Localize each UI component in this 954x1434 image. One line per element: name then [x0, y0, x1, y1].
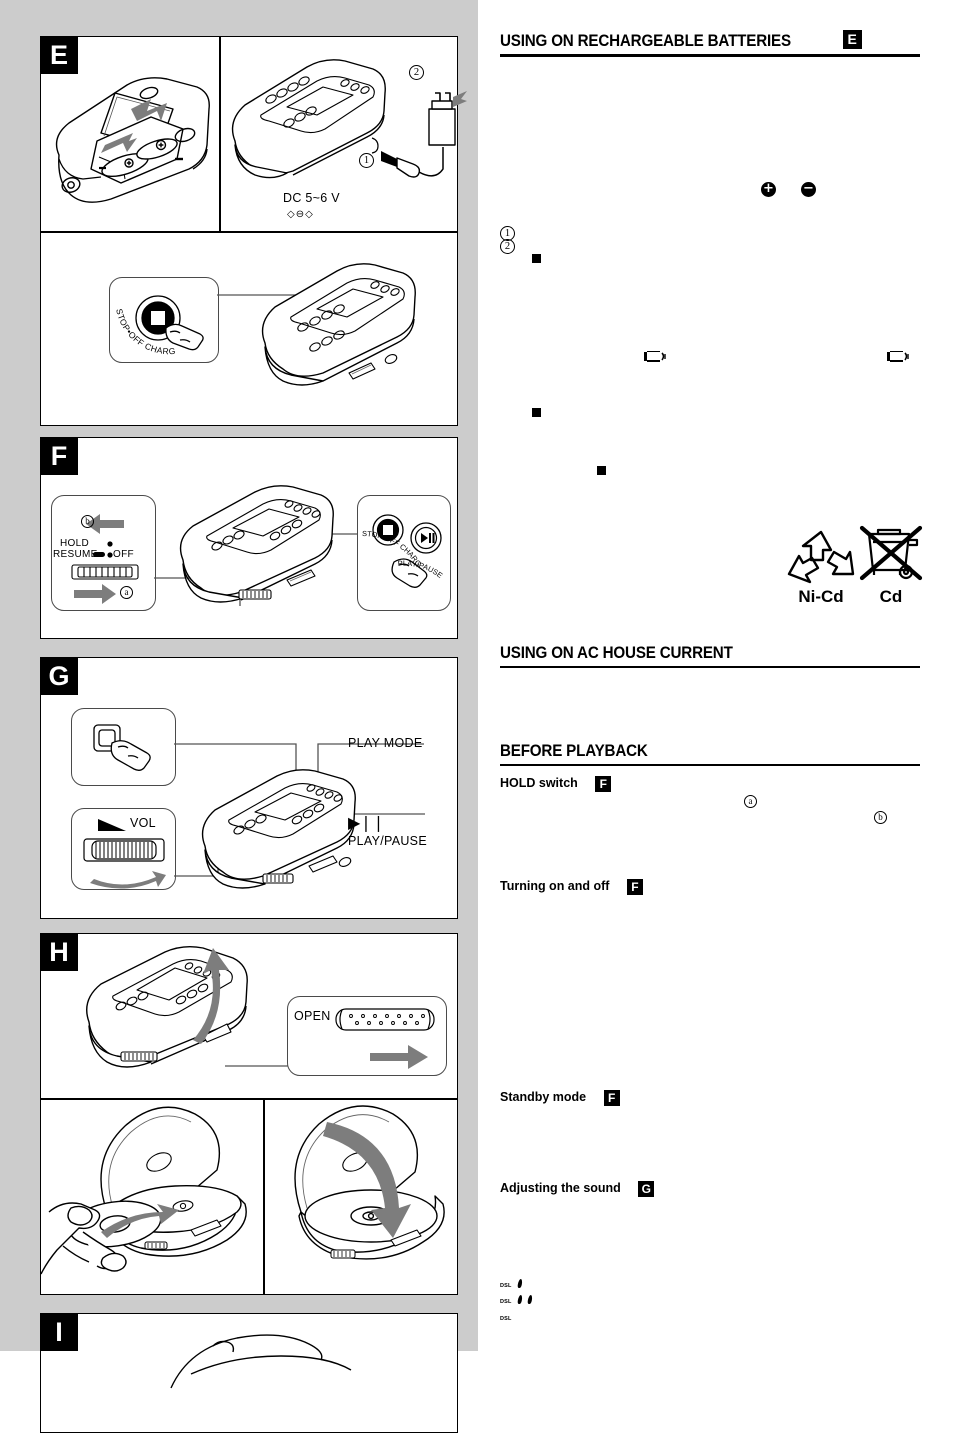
polarity-diagram-label: ◇⊖◇: [287, 209, 314, 220]
volume-dial-callout: VOL: [71, 808, 176, 890]
callout-marker-2: 2: [409, 65, 424, 80]
subheading-label-4: Adjusting the sound: [500, 1181, 621, 1195]
subheading-standby-mode: Standby mode F: [500, 1090, 620, 1106]
panel-badge-f: F: [40, 437, 78, 475]
panel-badge-h: H: [40, 933, 78, 971]
low-battery-indicator-icon-2: [886, 350, 912, 363]
figure-panel-h: H OPEN: [40, 933, 458, 1295]
play-mode-label: PLAY MODE: [348, 736, 423, 750]
crossed-out-wheelie-bin-icon-wrap: Cd: [856, 524, 926, 607]
figure-panel-e: E 2 1 DC 5~6 V ◇⊖◇ STOP•OFF CHARGE: [40, 36, 467, 426]
section-title-2: USING ON AC HOUSE CURRENT: [500, 644, 733, 662]
play-mode-press-callout: [71, 708, 176, 786]
panel-badge-e: E: [40, 36, 78, 74]
note-bullet-3: [597, 466, 606, 475]
stop-off-charge-callout: STOP•OFF CHARGE: [109, 277, 219, 363]
callout-marker-1: 1: [359, 153, 374, 168]
open-label: OPEN: [294, 1009, 331, 1023]
svg-text:STOP•OFF CHARGE: STOP•OFF CHARGE: [109, 284, 176, 356]
marker-a: a: [120, 586, 133, 599]
figure-panel-g: G VOL PLAY MODE ▶❘❘ PLAY/PAUSE: [40, 657, 458, 919]
section-rule: [500, 54, 920, 57]
open-switch-callout: OPEN: [287, 996, 447, 1076]
panel-badge-g: G: [40, 657, 78, 695]
dsl-label-1: DSL: [500, 1283, 512, 1289]
subheading-label-2: Turning on and off: [500, 879, 610, 893]
marker-b: b: [81, 515, 94, 528]
off-label: OFF: [113, 549, 134, 560]
hold-label: HOLD: [60, 538, 89, 549]
lid-open-illustration: OPEN: [41, 934, 459, 1098]
subheading-adjusting-sound: Adjusting the sound G: [500, 1181, 655, 1197]
section-heading-rechargeable-batteries: USING ON RECHARGEABLE BATTERIES E: [500, 30, 920, 57]
dsl-bar: [526, 1295, 533, 1304]
dsl-mode-row-3: DSL: [500, 1307, 512, 1325]
dsl-label-2: DSL: [500, 1299, 512, 1305]
plus-polarity-icon: +: [761, 182, 776, 197]
play-pause-icon: ▶❘❘: [348, 813, 385, 832]
dc-voltage-label: DC 5~6 V: [283, 191, 340, 205]
dsl-bar: [516, 1279, 523, 1288]
disc-insertion-illustration: [40, 1100, 263, 1296]
ac-adaptor-connection-illustration: 2 1 DC 5~6 V ◇⊖◇: [221, 37, 467, 231]
lid-close-illustration: [41, 1314, 459, 1434]
subheading-badge-f-3: F: [603, 1090, 620, 1106]
step-marker-2: 2: [500, 239, 515, 254]
ref-marker-a: a: [744, 795, 757, 808]
subheading-badge-f: F: [595, 776, 612, 792]
cd-label: Cd: [879, 587, 903, 606]
resume-label: RESUME: [53, 549, 98, 560]
figure-column: E 2 1 DC 5~6 V ◇⊖◇ STOP•OFF CHARGE F b a…: [0, 0, 478, 1433]
panel-badge-i: I: [40, 1313, 78, 1351]
dsl-mode-row-2: DSL: [500, 1290, 533, 1308]
text-column: USING ON RECHARGEABLE BATTERIES E + − 1 …: [478, 0, 954, 1351]
figure-panel-f: F b a HOLD RESUME OFF STOP•OFF CHARGE PL…: [40, 437, 458, 639]
vol-label: VOL: [130, 816, 156, 830]
section-badge-e: E: [842, 30, 862, 49]
dsl-label-3: DSL: [500, 1316, 512, 1322]
ref-marker-b: b: [874, 811, 887, 824]
ni-cd-recycle-icon-wrap: Ni-Cd: [781, 528, 861, 607]
subheading-label: HOLD switch: [500, 776, 578, 790]
ni-cd-label: Ni-Cd: [798, 587, 844, 606]
low-battery-indicator-icon: [643, 350, 669, 363]
section-title-3: BEFORE PLAYBACK: [500, 742, 648, 760]
ni-cd-recycle-icon: [787, 530, 855, 584]
play-pause-label: PLAY/PAUSE: [348, 834, 427, 848]
stop-play-buttons-callout: STOP•OFF CHARGE PLAY/PAUSE: [356, 489, 451, 611]
section-rule-2: [500, 666, 920, 668]
dsl-bar: [516, 1295, 523, 1304]
subheading-label-3: Standby mode: [500, 1090, 587, 1104]
subheading-badge-g: G: [638, 1181, 655, 1197]
crossed-out-wheelie-bin-icon: [859, 525, 923, 581]
disc-press-illustration: [265, 1100, 459, 1296]
figure-panel-i: I: [40, 1313, 458, 1433]
stop-off-charge-button-illustration: STOP•OFF CHARGE: [41, 233, 459, 425]
subheading-turning-on-off: Turning on and off F: [500, 879, 643, 895]
note-bullet-2: [532, 408, 541, 417]
hold-switch-callout: b a HOLD RESUME OFF: [51, 495, 156, 611]
section-heading-ac-house-current: USING ON AC HOUSE CURRENT: [500, 644, 920, 668]
section-rule-3: [500, 764, 920, 766]
subheading-badge-f-2: F: [626, 879, 643, 895]
section-title: USING ON RECHARGEABLE BATTERIES: [500, 32, 791, 50]
subheading-hold-switch: HOLD switch F: [500, 776, 612, 792]
note-bullet: [532, 254, 541, 263]
section-heading-before-playback: BEFORE PLAYBACK: [500, 742, 920, 766]
minus-polarity-icon: −: [801, 182, 816, 197]
